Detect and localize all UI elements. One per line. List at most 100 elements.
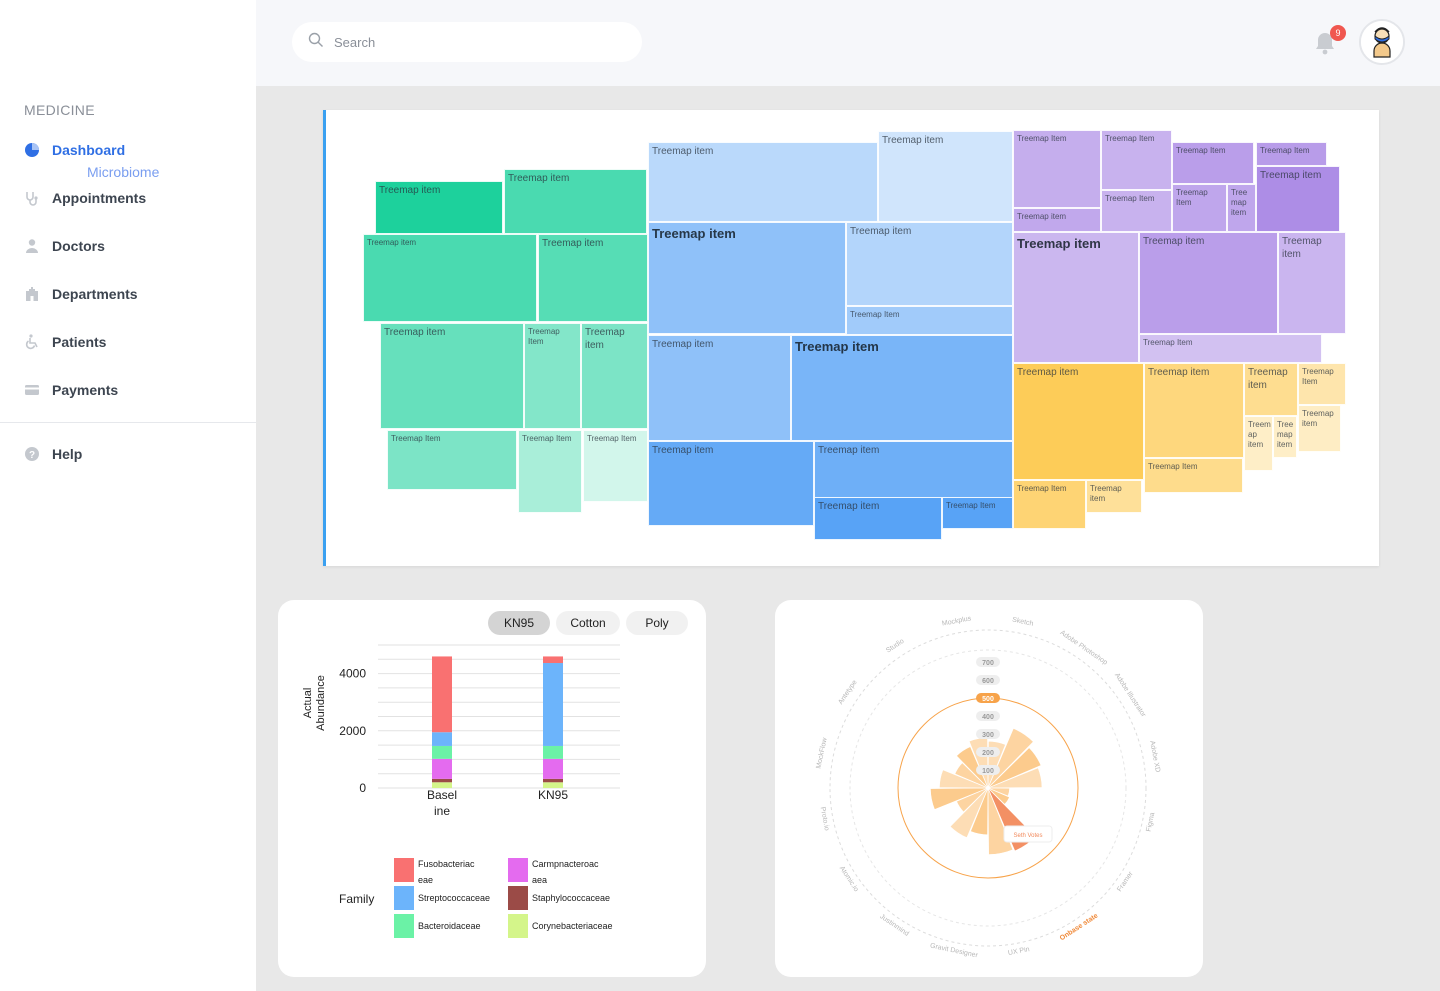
- treemap-item[interactable]: Treemap Item: [583, 430, 648, 502]
- bar-segment[interactable]: [432, 745, 452, 759]
- sidebar-item-patients[interactable]: Patients: [24, 334, 106, 350]
- treemap-item[interactable]: Treemap item: [504, 169, 647, 234]
- treemap-item[interactable]: Treemap Item: [942, 497, 1013, 529]
- sidebar-item-departments[interactable]: Departments: [24, 286, 138, 302]
- treemap-item[interactable]: Treemap item: [878, 131, 1013, 222]
- category-label: Antetype: [837, 679, 858, 706]
- sidebar-item-help[interactable]: ? Help: [24, 446, 82, 462]
- wheelchair-icon: [24, 334, 40, 350]
- treemap-item[interactable]: Treemap Item: [1256, 142, 1327, 166]
- legend-label: Fusobacteriac: [418, 859, 475, 869]
- x-tick-label: KN95: [538, 788, 568, 802]
- bar-segment[interactable]: [432, 778, 452, 783]
- treemap-item[interactable]: Treemap item: [375, 181, 503, 234]
- treemap-item[interactable]: Treemap item: [380, 323, 524, 429]
- treemap-item[interactable]: Treemap Item: [1013, 130, 1101, 208]
- legend-label: Streptococcaceae: [418, 893, 490, 903]
- treemap-item[interactable]: Treemap Item: [518, 430, 582, 513]
- y-tick-label: 0: [359, 781, 366, 795]
- bar-segment[interactable]: [543, 663, 563, 746]
- polar-bar-chart: Sketch Adobe PhotoshopAdobe IllustratorAd…: [815, 615, 1161, 959]
- treemap-item[interactable]: Treemap Item: [1144, 458, 1243, 493]
- help-icon: ?: [24, 446, 40, 462]
- sidebar-item-appointments[interactable]: Appointments: [24, 190, 146, 206]
- hospital-icon: [24, 286, 40, 302]
- treemap-item[interactable]: Treemap item: [648, 335, 791, 441]
- treemap-item[interactable]: Treemap Item: [1013, 480, 1086, 529]
- treemap-item[interactable]: Treemap item: [814, 441, 1013, 498]
- treemap-item[interactable]: Treemap Item: [1298, 363, 1346, 405]
- stethoscope-icon: [24, 190, 40, 206]
- legend-swatch: [508, 914, 528, 938]
- x-tick-label: Basel: [427, 788, 457, 802]
- sidebar-item-label: Patients: [52, 334, 107, 350]
- search-box[interactable]: [292, 22, 642, 62]
- treemap-item[interactable]: Treemap item: [363, 234, 537, 322]
- legend-swatch: [394, 886, 414, 910]
- treemap-item[interactable]: Treemap item: [581, 323, 648, 429]
- bar-segment[interactable]: [543, 745, 563, 759]
- sidebar-item-label: Departments: [52, 286, 138, 302]
- polar-chart-card: Sketch Adobe Photoshop Adobe Illustrator Ad…: [775, 600, 1203, 977]
- x-tick-label: ine: [434, 804, 450, 818]
- treemap-item[interactable]: Treemap item: [648, 142, 878, 222]
- category-label: Framer: [1116, 870, 1135, 893]
- treemap-item[interactable]: Treemap Item: [387, 430, 517, 490]
- treemap-item[interactable]: Treemap Item: [1101, 130, 1172, 190]
- sidebar-item-doctors[interactable]: Doctors: [24, 238, 105, 254]
- legend-label: Carmpnacteroac: [532, 859, 599, 869]
- treemap-item[interactable]: Treemap Item: [1139, 334, 1322, 363]
- treemap-item[interactable]: Treemap item: [1013, 232, 1139, 363]
- treemap-item[interactable]: Treemap item: [1298, 405, 1341, 452]
- legend-title: Family: [339, 892, 374, 906]
- category-label: MockFlow: [815, 736, 828, 769]
- sidebar-item-payments[interactable]: Payments: [24, 382, 118, 398]
- treemap-item[interactable]: Treemap item: [1256, 166, 1340, 232]
- treemap-chart: Treemap item Treemap item Treemap item Tree…: [326, 110, 1379, 566]
- treemap-item[interactable]: Treemap item: [1013, 208, 1101, 232]
- bar-segment[interactable]: [432, 732, 452, 746]
- treemap-item[interactable]: Treemap item: [648, 441, 814, 526]
- treemap-item[interactable]: Treemap item: [648, 222, 846, 334]
- radial-tick-label: 300: [982, 732, 994, 739]
- treemap-item[interactable]: Treemap item: [791, 335, 1013, 441]
- treemap-item[interactable]: Treemap Item: [846, 306, 1013, 335]
- bar-segment[interactable]: [543, 778, 563, 783]
- bar-segment[interactable]: [432, 758, 452, 779]
- bar-segment[interactable]: [432, 656, 452, 733]
- sidebar-item-dashboard[interactable]: Dashboard: [24, 142, 125, 158]
- legend-label: aea: [532, 875, 547, 885]
- treemap-item[interactable]: Treemap Item: [524, 323, 581, 429]
- treemap-item[interactable]: Tree map item: [1273, 416, 1297, 458]
- radial-tick-label: 400: [982, 714, 994, 721]
- legend-swatch: [394, 914, 414, 938]
- treemap-item[interactable]: Treemap item: [1278, 232, 1346, 334]
- treemap-item[interactable]: Treemap Item: [1101, 190, 1172, 232]
- abundance-chart-card: KN95 Cotton Poly 0 2000 4000 ActualAbundanc…: [278, 600, 706, 977]
- bar-segment[interactable]: [543, 758, 563, 779]
- sidebar-divider: [0, 422, 256, 423]
- treemap-item[interactable]: Treemap item: [1013, 363, 1144, 480]
- treemap-item[interactable]: Treemap item: [846, 222, 1013, 306]
- treemap-item[interactable]: Treemap Item: [1172, 184, 1227, 232]
- treemap-item[interactable]: Treemap item: [1086, 480, 1142, 513]
- category-label: UX Pin: [1007, 946, 1030, 957]
- category-label: Atomic.io: [838, 865, 860, 893]
- legend-swatch: [508, 886, 528, 910]
- treemap-item[interactable]: Treemap item: [1144, 363, 1244, 458]
- sidebar-subitem-microbiome[interactable]: Microbiome: [87, 164, 159, 180]
- bar-segment[interactable]: [543, 656, 563, 664]
- search-input[interactable]: [334, 34, 614, 50]
- treemap-item[interactable]: Treem ap item: [1244, 416, 1273, 471]
- treemap-item[interactable]: Treemap Item: [1172, 142, 1254, 184]
- treemap-item[interactable]: Treemap item: [538, 234, 648, 322]
- legend-label: Corynebacteriaceae: [532, 921, 613, 931]
- treemap-item[interactable]: Treemap item: [1139, 232, 1278, 334]
- sidebar-item-label: Doctors: [52, 238, 105, 254]
- treemap-item[interactable]: Tree map item: [1227, 184, 1256, 232]
- treemap-item[interactable]: Treemap item: [1244, 363, 1298, 416]
- y-tick-label: 2000: [339, 724, 366, 738]
- treemap-item[interactable]: Treemap item: [814, 497, 942, 540]
- avatar[interactable]: [1359, 19, 1405, 65]
- legend-swatch: [394, 858, 414, 882]
